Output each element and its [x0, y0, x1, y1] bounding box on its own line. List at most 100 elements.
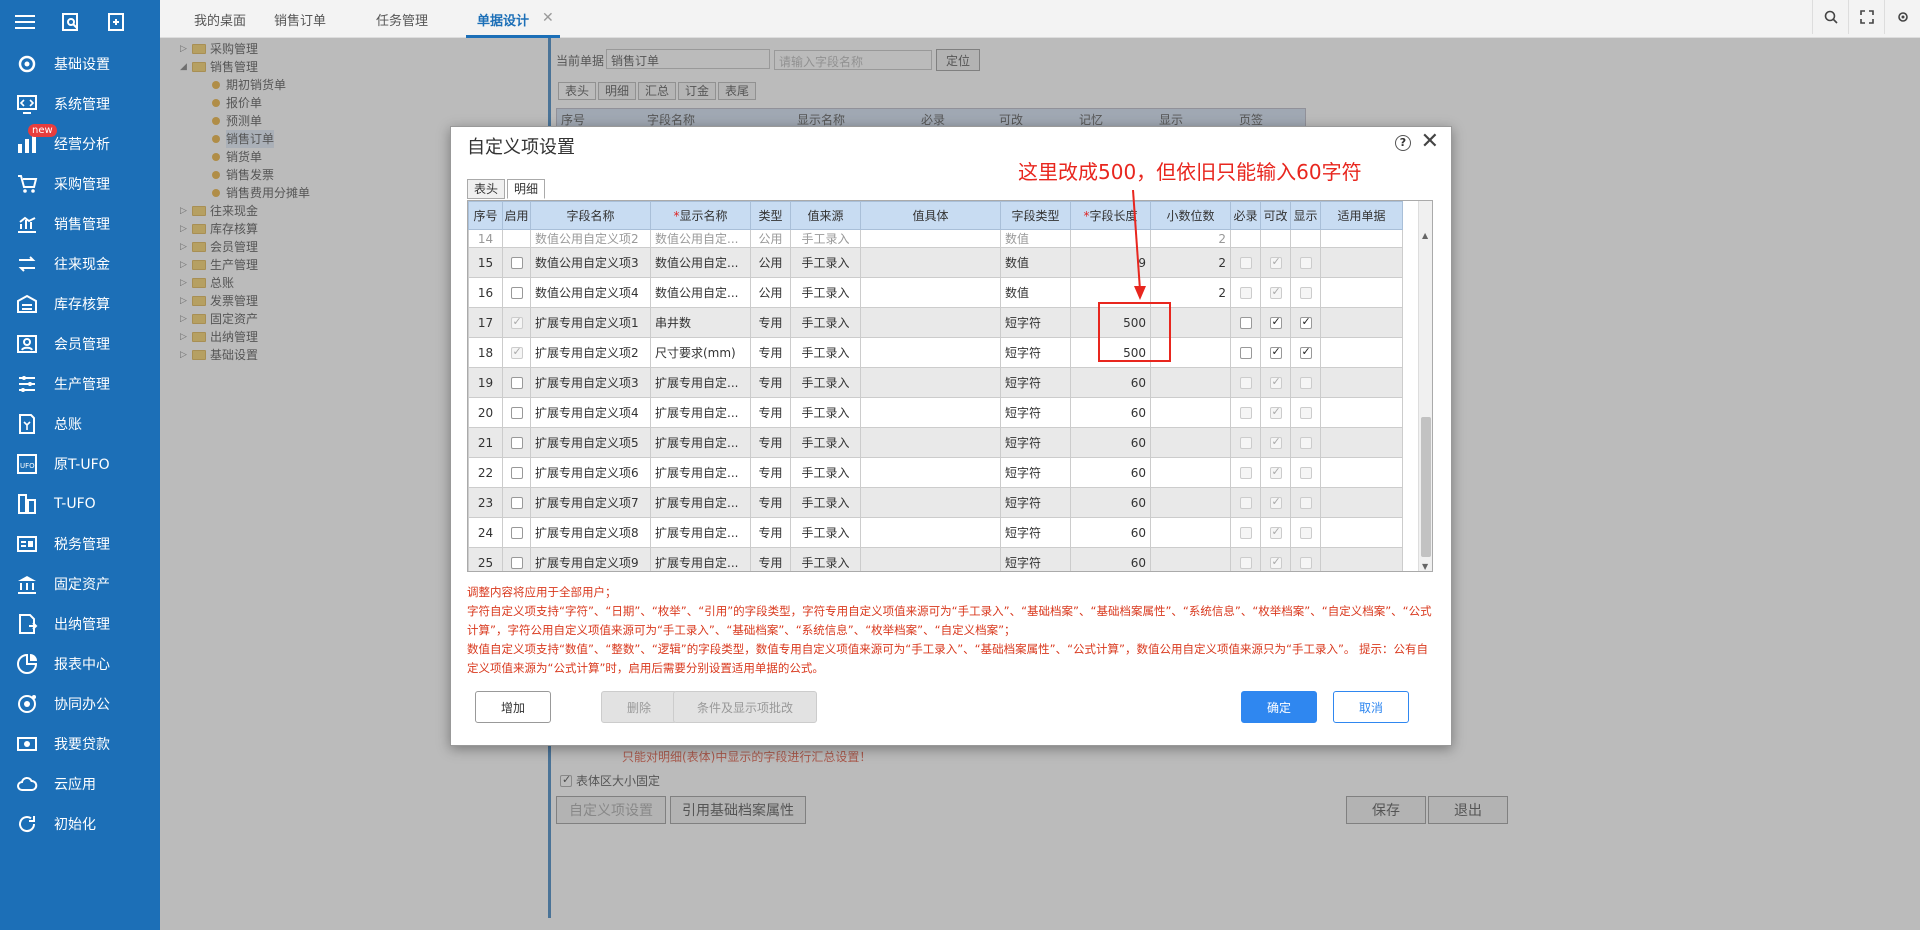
cell-show[interactable]	[1290, 247, 1321, 278]
cell-editable[interactable]	[1260, 457, 1291, 488]
cell-field-length[interactable]: 60	[1070, 427, 1151, 458]
enabled-checkbox[interactable]	[510, 345, 523, 359]
tab-document-design[interactable]: 单据设计	[477, 10, 529, 29]
sidebar-item-5[interactable]: 往来现金	[0, 244, 160, 284]
cell-applicable-docs[interactable]	[1320, 247, 1403, 278]
grid-scrollbar[interactable]: ▲ ▼	[1418, 201, 1432, 571]
editable-checkbox[interactable]	[1269, 375, 1282, 389]
cell-enabled[interactable]	[502, 367, 531, 398]
required-checkbox[interactable]	[1239, 557, 1252, 569]
fullscreen-icon[interactable]	[1848, 0, 1884, 34]
show-checkbox[interactable]	[1299, 527, 1312, 539]
cell-value-source[interactable]: 手工录入	[790, 427, 861, 458]
editable-checkbox[interactable]	[1269, 345, 1282, 359]
required-checkbox[interactable]	[1239, 437, 1252, 449]
cell-value-detail[interactable]	[860, 277, 1001, 308]
ok-button[interactable]: 确定	[1241, 691, 1317, 723]
editable-checkbox[interactable]	[1269, 495, 1282, 509]
table-row[interactable]: 22 扩展专用自定义项6 扩展专用自定... 专用 手工录入 短字符 60	[468, 457, 1403, 488]
sidebar-item-2[interactable]: 经营分析 new	[0, 124, 160, 164]
table-row[interactable]: 19 扩展专用自定义项3 扩展专用自定... 专用 手工录入 短字符 60	[468, 367, 1403, 398]
cell-value-source[interactable]: 手工录入	[790, 547, 861, 571]
cell-editable[interactable]	[1260, 229, 1291, 248]
required-checkbox[interactable]	[1239, 317, 1252, 329]
cell-show[interactable]	[1290, 277, 1321, 308]
required-checkbox[interactable]	[1239, 347, 1252, 359]
table-row-partial[interactable]: 14 数值公用自定义项2 数值公用自定... 公用 手工录入 数值 2	[468, 229, 1403, 248]
cell-required[interactable]	[1230, 397, 1261, 428]
cancel-button[interactable]: 取消	[1333, 691, 1409, 723]
cell-applicable-docs[interactable]	[1320, 457, 1403, 488]
table-row[interactable]: 15 数值公用自定义项3 数值公用自定... 公用 手工录入 数值 9 2	[468, 247, 1403, 278]
required-checkbox[interactable]	[1239, 497, 1252, 509]
show-checkbox[interactable]	[1299, 497, 1312, 509]
sidebar-item-0[interactable]: 基础设置	[0, 44, 160, 84]
cell-value-detail[interactable]	[860, 487, 1001, 518]
sidebar-item-15[interactable]: 报表中心	[0, 644, 160, 684]
editable-checkbox[interactable]	[1269, 315, 1282, 329]
cell-display-name[interactable]: 扩展专用自定...	[650, 457, 751, 488]
cell-editable[interactable]	[1260, 307, 1291, 338]
menu-icon[interactable]	[14, 11, 36, 33]
cell-value-detail[interactable]	[860, 247, 1001, 278]
cell-value-detail[interactable]	[860, 397, 1001, 428]
cell-editable[interactable]	[1260, 547, 1291, 571]
cell-editable[interactable]	[1260, 397, 1291, 428]
table-row[interactable]: 16 数值公用自定义项4 数值公用自定... 公用 手工录入 数值 2	[468, 277, 1403, 308]
sidebar-item-10[interactable]: UFO 原T-UFO	[0, 444, 160, 484]
required-checkbox[interactable]	[1239, 257, 1252, 269]
cell-applicable-docs[interactable]	[1320, 229, 1403, 248]
cell-decimals[interactable]	[1150, 517, 1231, 548]
cell-show[interactable]	[1290, 397, 1321, 428]
cell-applicable-docs[interactable]	[1320, 487, 1403, 518]
show-checkbox[interactable]	[1299, 557, 1312, 569]
cell-enabled[interactable]	[502, 337, 531, 368]
add-button[interactable]: 增加	[475, 691, 551, 723]
sidebar-item-4[interactable]: 销售管理	[0, 204, 160, 244]
cell-display-name[interactable]: 扩展专用自定...	[650, 487, 751, 518]
enabled-checkbox[interactable]	[510, 437, 523, 449]
cell-applicable-docs[interactable]	[1320, 367, 1403, 398]
sidebar-item-7[interactable]: 会员管理	[0, 324, 160, 364]
cell-required[interactable]	[1230, 517, 1261, 548]
cell-field-type[interactable]: 数值	[1000, 229, 1071, 248]
cell-required[interactable]	[1230, 367, 1261, 398]
required-checkbox[interactable]	[1239, 377, 1252, 389]
show-checkbox[interactable]	[1299, 377, 1312, 389]
cell-value-source[interactable]: 手工录入	[790, 457, 861, 488]
required-checkbox[interactable]	[1239, 287, 1252, 299]
editable-checkbox[interactable]	[1269, 525, 1282, 539]
cell-required[interactable]	[1230, 247, 1261, 278]
cell-decimals[interactable]	[1150, 397, 1231, 428]
scroll-down-icon[interactable]: ▼	[1422, 562, 1428, 571]
gear-icon[interactable]	[1884, 0, 1920, 34]
cell-display-name[interactable]: 扩展专用自定...	[650, 427, 751, 458]
show-checkbox[interactable]	[1299, 407, 1312, 419]
tab-desktop[interactable]: 我的桌面	[194, 10, 246, 29]
cell-enabled[interactable]	[502, 487, 531, 518]
enabled-checkbox[interactable]	[510, 377, 523, 389]
cell-editable[interactable]	[1260, 247, 1291, 278]
cell-applicable-docs[interactable]	[1320, 277, 1403, 308]
cell-value-source[interactable]: 手工录入	[790, 487, 861, 518]
cell-applicable-docs[interactable]	[1320, 397, 1403, 428]
scroll-thumb[interactable]	[1421, 417, 1431, 557]
table-row[interactable]: 20 扩展专用自定义项4 扩展专用自定... 专用 手工录入 短字符 60	[468, 397, 1403, 428]
cell-applicable-docs[interactable]	[1320, 547, 1403, 571]
cell-field-length[interactable]: 60	[1070, 397, 1151, 428]
cell-field-type[interactable]: 短字符	[1000, 427, 1071, 458]
cell-applicable-docs[interactable]	[1320, 307, 1403, 338]
cell-display-name[interactable]: 扩展专用自定...	[650, 367, 751, 398]
cell-enabled[interactable]	[502, 457, 531, 488]
cell-value-detail[interactable]	[860, 427, 1001, 458]
help-icon[interactable]: ?	[1395, 135, 1411, 151]
sidebar-item-17[interactable]: 我要贷款	[0, 724, 160, 764]
close-tab-icon[interactable]: ✕	[542, 10, 554, 26]
cell-field-type[interactable]: 短字符	[1000, 397, 1071, 428]
enabled-checkbox[interactable]	[510, 557, 523, 569]
table-row[interactable]: 25 扩展专用自定义项9 扩展专用自定... 专用 手工录入 短字符 60	[468, 547, 1403, 571]
show-checkbox[interactable]	[1299, 467, 1312, 479]
cell-show[interactable]	[1290, 547, 1321, 571]
sidebar-item-3[interactable]: 采购管理	[0, 164, 160, 204]
editable-checkbox[interactable]	[1269, 435, 1282, 449]
